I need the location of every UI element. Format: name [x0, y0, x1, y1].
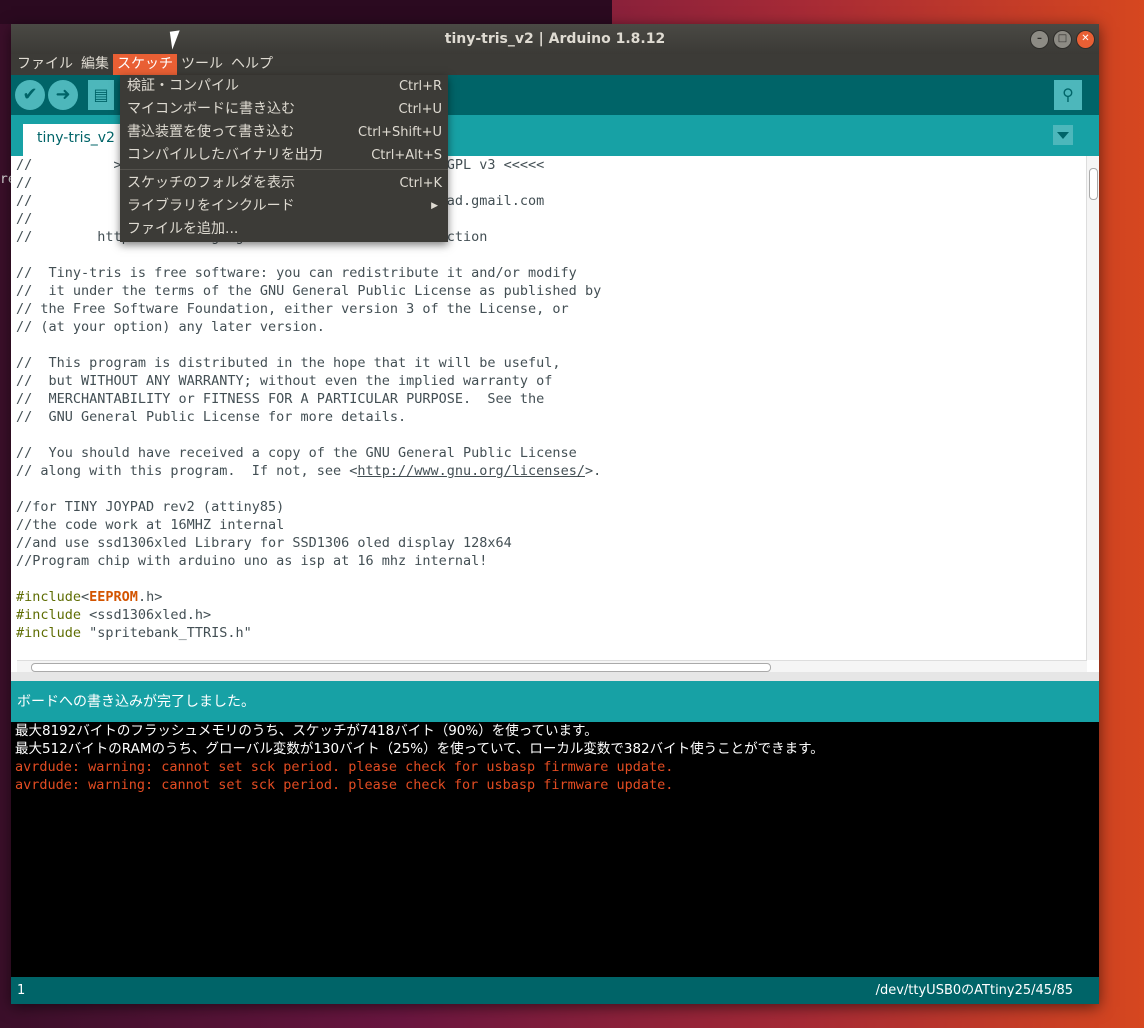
check-icon: ✔ — [22, 84, 38, 105]
pane-divider[interactable] — [11, 672, 1099, 681]
menu-tools[interactable]: ツール — [177, 54, 227, 75]
editor-vertical-scrollbar[interactable] — [1086, 156, 1099, 660]
close-button[interactable]: ✕ — [1076, 30, 1095, 49]
new-sketch-button[interactable]: ▤ — [88, 80, 114, 110]
tab-menu-button[interactable] — [1053, 125, 1073, 145]
board-port-info: /dev/ttyUSB0のATtiny25/45/85 — [875, 983, 1073, 998]
shortcut-label: Ctrl+R — [398, 79, 442, 94]
console-line: avrdude: warning: cannot set sck period.… — [15, 777, 674, 793]
console-output[interactable]: 最大8192バイトのフラッシュメモリのうち、スケッチが7418バイト（90%）を… — [11, 722, 1099, 977]
menu-edit[interactable]: 編集 — [77, 54, 113, 75]
maximize-button[interactable]: □ — [1053, 30, 1072, 49]
submenu-arrow-icon: ▶ — [431, 201, 438, 211]
upload-button[interactable]: ➜ — [48, 80, 78, 110]
verify-button[interactable]: ✔ — [15, 80, 45, 110]
menu-item-add-file[interactable]: ファイルを追加... — [120, 218, 448, 241]
desktop-top-strip — [0, 0, 612, 24]
window-controls: – □ ✕ — [1030, 30, 1095, 49]
editor-horizontal-scrollbar[interactable] — [17, 660, 1087, 672]
shortcut-label: Ctrl+K — [399, 176, 442, 191]
window-title: tiny-tris_v2 | Arduino 1.8.12 — [444, 31, 666, 47]
shortcut-label: Ctrl+Shift+U — [358, 125, 442, 140]
console-line: avrdude: warning: cannot set sck period.… — [15, 759, 674, 775]
menu-item-upload[interactable]: マイコンボードに書き込む Ctrl+U — [120, 98, 448, 121]
new-file-icon: ▤ — [93, 85, 109, 104]
console-line: 最大8192バイトのフラッシュメモリのうち、スケッチが7418バイト（90%）を… — [15, 723, 598, 739]
vertical-scroll-thumb[interactable] — [1089, 168, 1098, 200]
sketch-menu-dropdown: 検証・コンパイル Ctrl+R マイコンボードに書き込む Ctrl+U 書込装置を使… — [120, 75, 448, 242]
line-number: 1 — [17, 983, 26, 998]
menu-item-include-library[interactable]: ライブラリをインクルード ▶ — [120, 195, 448, 218]
status-message: ボードへの書き込みが完了しました。 — [11, 681, 1099, 722]
shortcut-label: Ctrl+U — [398, 102, 442, 117]
tab-sketch[interactable]: tiny-tris_v2 — [23, 124, 134, 156]
menu-item-verify[interactable]: 検証・コンパイル Ctrl+R — [120, 75, 448, 98]
minimize-button[interactable]: – — [1030, 30, 1049, 49]
menu-item-show-folder[interactable]: スケッチのフォルダを表示 Ctrl+K — [120, 172, 448, 195]
menu-separator — [120, 169, 448, 170]
menu-sketch[interactable]: スケッチ — [113, 54, 177, 75]
menu-bar: ファイル 編集 スケッチ ツール ヘルプ — [11, 54, 1099, 75]
horizontal-scroll-thumb[interactable] — [31, 663, 771, 672]
menu-item-export-binary[interactable]: コンパイルしたバイナリを出力 Ctrl+Alt+S — [120, 144, 448, 167]
menu-help[interactable]: ヘルプ — [227, 54, 277, 75]
console-line: 最大512バイトのRAMのうち、グローバル変数が130バイト（25%）を使ってい… — [15, 741, 824, 757]
menu-file[interactable]: ファイル — [13, 54, 77, 75]
arrow-right-icon: ➜ — [55, 84, 71, 105]
menu-item-upload-programmer[interactable]: 書込装置を使って書き込む Ctrl+Shift+U — [120, 121, 448, 144]
shortcut-label: Ctrl+Alt+S — [371, 148, 442, 163]
license-link[interactable]: http://www.gnu.org/licenses/ — [357, 463, 585, 479]
footer-bar: 1 /dev/ttyUSB0のATtiny25/45/85 — [11, 977, 1099, 1004]
magnifier-icon: ⚲ — [1062, 85, 1074, 104]
serial-monitor-button[interactable]: ⚲ — [1054, 80, 1082, 110]
